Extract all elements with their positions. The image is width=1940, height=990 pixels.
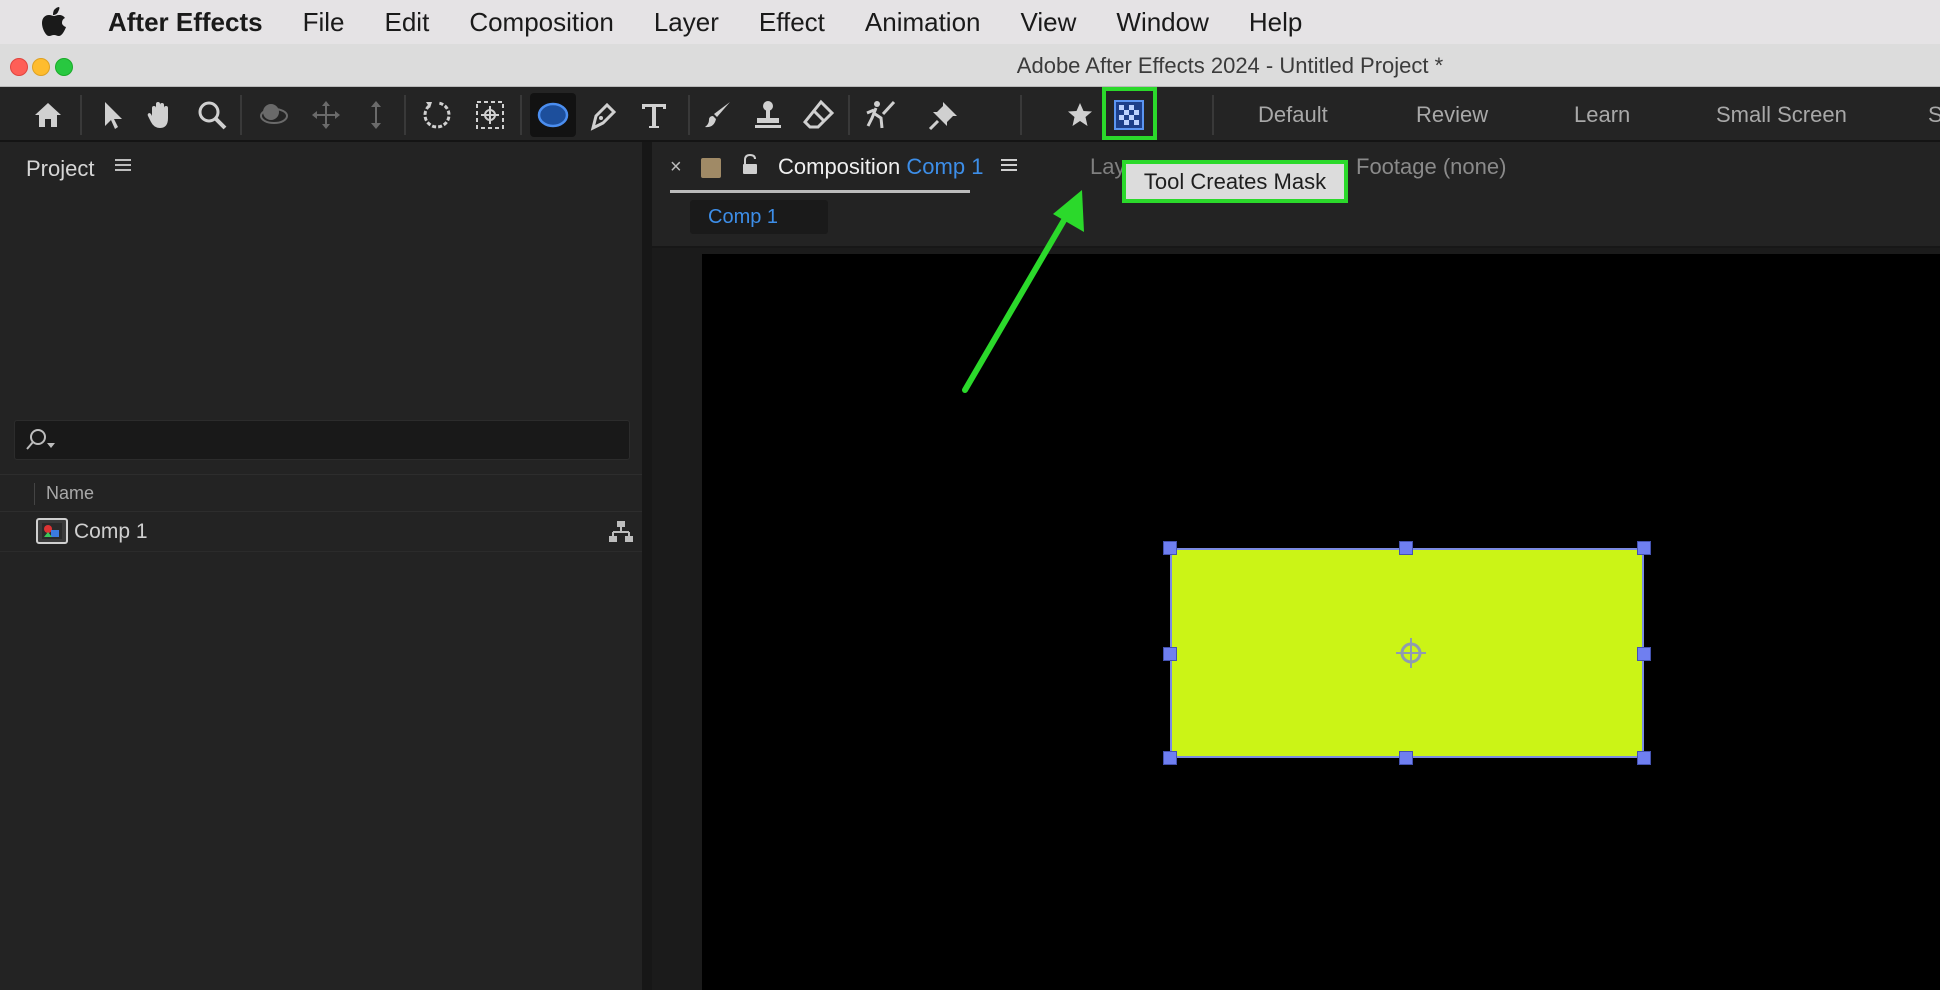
workspace-overflow[interactable]: S bbox=[1928, 87, 1940, 142]
menu-animation[interactable]: Animation bbox=[865, 7, 981, 38]
tab-layer[interactable]: Lay bbox=[1090, 154, 1125, 180]
minimize-window-button[interactable] bbox=[32, 58, 50, 76]
project-search-input[interactable] bbox=[14, 420, 630, 460]
toolbar-separator bbox=[848, 95, 850, 135]
dolly-camera-icon bbox=[356, 95, 396, 135]
toolbar-separator bbox=[1020, 95, 1022, 135]
close-window-button[interactable] bbox=[10, 58, 28, 76]
menu-help[interactable]: Help bbox=[1249, 7, 1302, 38]
toolbar-separator bbox=[520, 95, 522, 135]
project-column-header: Name bbox=[0, 474, 642, 512]
clone-stamp-icon[interactable] bbox=[748, 95, 788, 135]
composition-tab-name: Comp 1 bbox=[906, 154, 984, 179]
annotation-arrow bbox=[962, 190, 1084, 393]
transform-handle[interactable] bbox=[1399, 541, 1413, 555]
transform-handle[interactable] bbox=[1637, 541, 1651, 555]
window-title: Adobe After Effects 2024 - Untitled Proj… bbox=[1016, 53, 1444, 78]
rotation-tool-icon[interactable] bbox=[418, 95, 458, 135]
composition-tab-title[interactable]: Composition Comp 1 bbox=[778, 154, 983, 180]
zoom-tool-icon[interactable] bbox=[192, 95, 232, 135]
star-icon[interactable] bbox=[1060, 95, 1100, 135]
menu-layer[interactable]: Layer bbox=[654, 7, 719, 38]
toolbar-separator bbox=[240, 95, 242, 135]
active-tab-underline bbox=[670, 190, 970, 193]
tab-menu-icon[interactable] bbox=[1000, 154, 1018, 180]
home-icon[interactable] bbox=[28, 95, 68, 135]
composition-tab-prefix: Composition bbox=[778, 154, 901, 179]
comp-breadcrumb-tab[interactable]: Comp 1 bbox=[690, 200, 828, 234]
close-tab-icon[interactable]: × bbox=[670, 156, 682, 179]
roto-brush-icon[interactable] bbox=[860, 95, 900, 135]
menu-window[interactable]: Window bbox=[1116, 7, 1208, 38]
flowchart-icon[interactable] bbox=[608, 520, 634, 549]
tools-panel: Default Review Learn Small Screen S bbox=[0, 87, 1940, 142]
panel-divider[interactable] bbox=[642, 142, 652, 990]
zoom-window-button[interactable] bbox=[55, 58, 73, 76]
apple-icon[interactable] bbox=[0, 7, 108, 37]
window-title-bar: Adobe After Effects 2024 - Untitled Proj… bbox=[0, 44, 1940, 87]
toolbar-separator bbox=[404, 95, 406, 135]
workspace-review[interactable]: Review bbox=[1416, 87, 1488, 142]
workspace-learn[interactable]: Learn bbox=[1574, 87, 1630, 142]
puppet-pin-icon[interactable] bbox=[924, 95, 964, 135]
menu-edit[interactable]: Edit bbox=[385, 7, 430, 38]
project-item-row[interactable]: Comp 1 bbox=[0, 512, 642, 552]
transform-handle[interactable] bbox=[1163, 647, 1177, 661]
transform-handle[interactable] bbox=[1637, 751, 1651, 765]
composition-icon bbox=[36, 518, 68, 549]
project-panel: Project Name Comp 1 bbox=[0, 142, 642, 990]
column-name-header[interactable]: Name bbox=[46, 483, 94, 504]
menu-file[interactable]: File bbox=[303, 7, 345, 38]
project-panel-title[interactable]: Project bbox=[26, 156, 94, 182]
search-icon[interactable] bbox=[25, 427, 59, 458]
selection-tool-icon[interactable] bbox=[92, 95, 132, 135]
menu-view[interactable]: View bbox=[1021, 7, 1077, 38]
highlight-box bbox=[1102, 87, 1157, 140]
unlock-icon[interactable] bbox=[741, 153, 759, 181]
orbit-camera-icon bbox=[254, 95, 294, 135]
project-item-name: Comp 1 bbox=[74, 520, 148, 543]
tab-footage[interactable]: Footage (none) bbox=[1356, 154, 1506, 180]
anchor-point-icon[interactable] bbox=[1394, 636, 1428, 670]
pen-tool-icon[interactable] bbox=[584, 95, 624, 135]
menu-composition[interactable]: Composition bbox=[469, 7, 614, 38]
comp-color-swatch bbox=[701, 158, 721, 178]
toolbar-separator bbox=[80, 95, 82, 135]
menu-bar: After Effects File Edit Composition Laye… bbox=[0, 0, 1940, 44]
workspace-default[interactable]: Default bbox=[1258, 87, 1328, 142]
menu-effect[interactable]: Effect bbox=[759, 7, 825, 38]
transform-handle[interactable] bbox=[1399, 751, 1413, 765]
transform-handle[interactable] bbox=[1637, 647, 1651, 661]
workspace-small-screen[interactable]: Small Screen bbox=[1716, 87, 1847, 142]
app-name-menu[interactable]: After Effects bbox=[108, 7, 263, 38]
brush-tool-icon[interactable] bbox=[698, 95, 738, 135]
panel-menu-icon[interactable] bbox=[114, 154, 132, 180]
transform-handle[interactable] bbox=[1163, 751, 1177, 765]
hand-tool-icon[interactable] bbox=[140, 95, 180, 135]
transform-handle[interactable] bbox=[1163, 541, 1177, 555]
pan-behind-tool-icon[interactable] bbox=[470, 95, 510, 135]
pan-camera-icon bbox=[306, 95, 346, 135]
tooltip-tool-creates-mask: Tool Creates Mask bbox=[1122, 160, 1348, 203]
ellipse-tool-icon[interactable] bbox=[530, 93, 576, 137]
toolbar-separator bbox=[1212, 95, 1214, 135]
toolbar-separator bbox=[688, 95, 690, 135]
type-tool-icon[interactable] bbox=[634, 95, 674, 135]
eraser-tool-icon[interactable] bbox=[798, 95, 838, 135]
